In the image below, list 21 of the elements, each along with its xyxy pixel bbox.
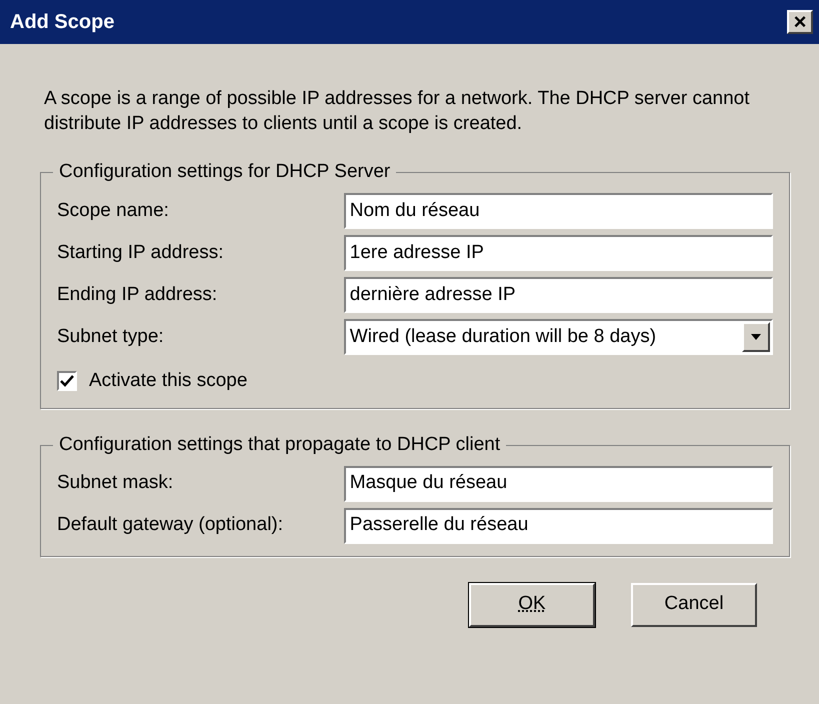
subnet-type-dropdown[interactable]: Wired (lease duration will be 8 days) [344, 319, 773, 355]
input-field[interactable]: dernière adresse IP [344, 277, 773, 313]
input-field[interactable]: Nom du réseau [344, 193, 773, 229]
description-text: A scope is a range of possible IP addresses for a network. The DHCP server cannot distribute IP addresses to clients until a scope is created. [43, 87, 750, 136]
dialog-button[interactable]: Cancel [631, 582, 757, 626]
field-label: Subnet type: [57, 324, 165, 349]
field-label: Subnet mask: [57, 471, 174, 496]
checkbox-label: Activate this scope [89, 369, 248, 393]
field-label: Scope name: [57, 198, 170, 223]
dialog-button[interactable]: OK [469, 582, 595, 626]
input-field[interactable]: 1ere adresse IP [344, 235, 773, 271]
input-field[interactable]: Masque du réseau [344, 466, 773, 502]
checkbox[interactable] [57, 371, 77, 392]
window-title: Add Scope [10, 10, 114, 35]
close-button[interactable]: × [787, 10, 813, 34]
field-label: Default gateway (optional): [57, 513, 284, 538]
field-label: Starting IP address: [57, 240, 225, 265]
dropdown-caret-icon[interactable] [742, 322, 770, 352]
field-label: Ending IP address: [57, 282, 218, 307]
group-title: Configuration settings for DHCP Server [53, 160, 396, 184]
input-field[interactable]: Passerelle du réseau [344, 508, 773, 544]
